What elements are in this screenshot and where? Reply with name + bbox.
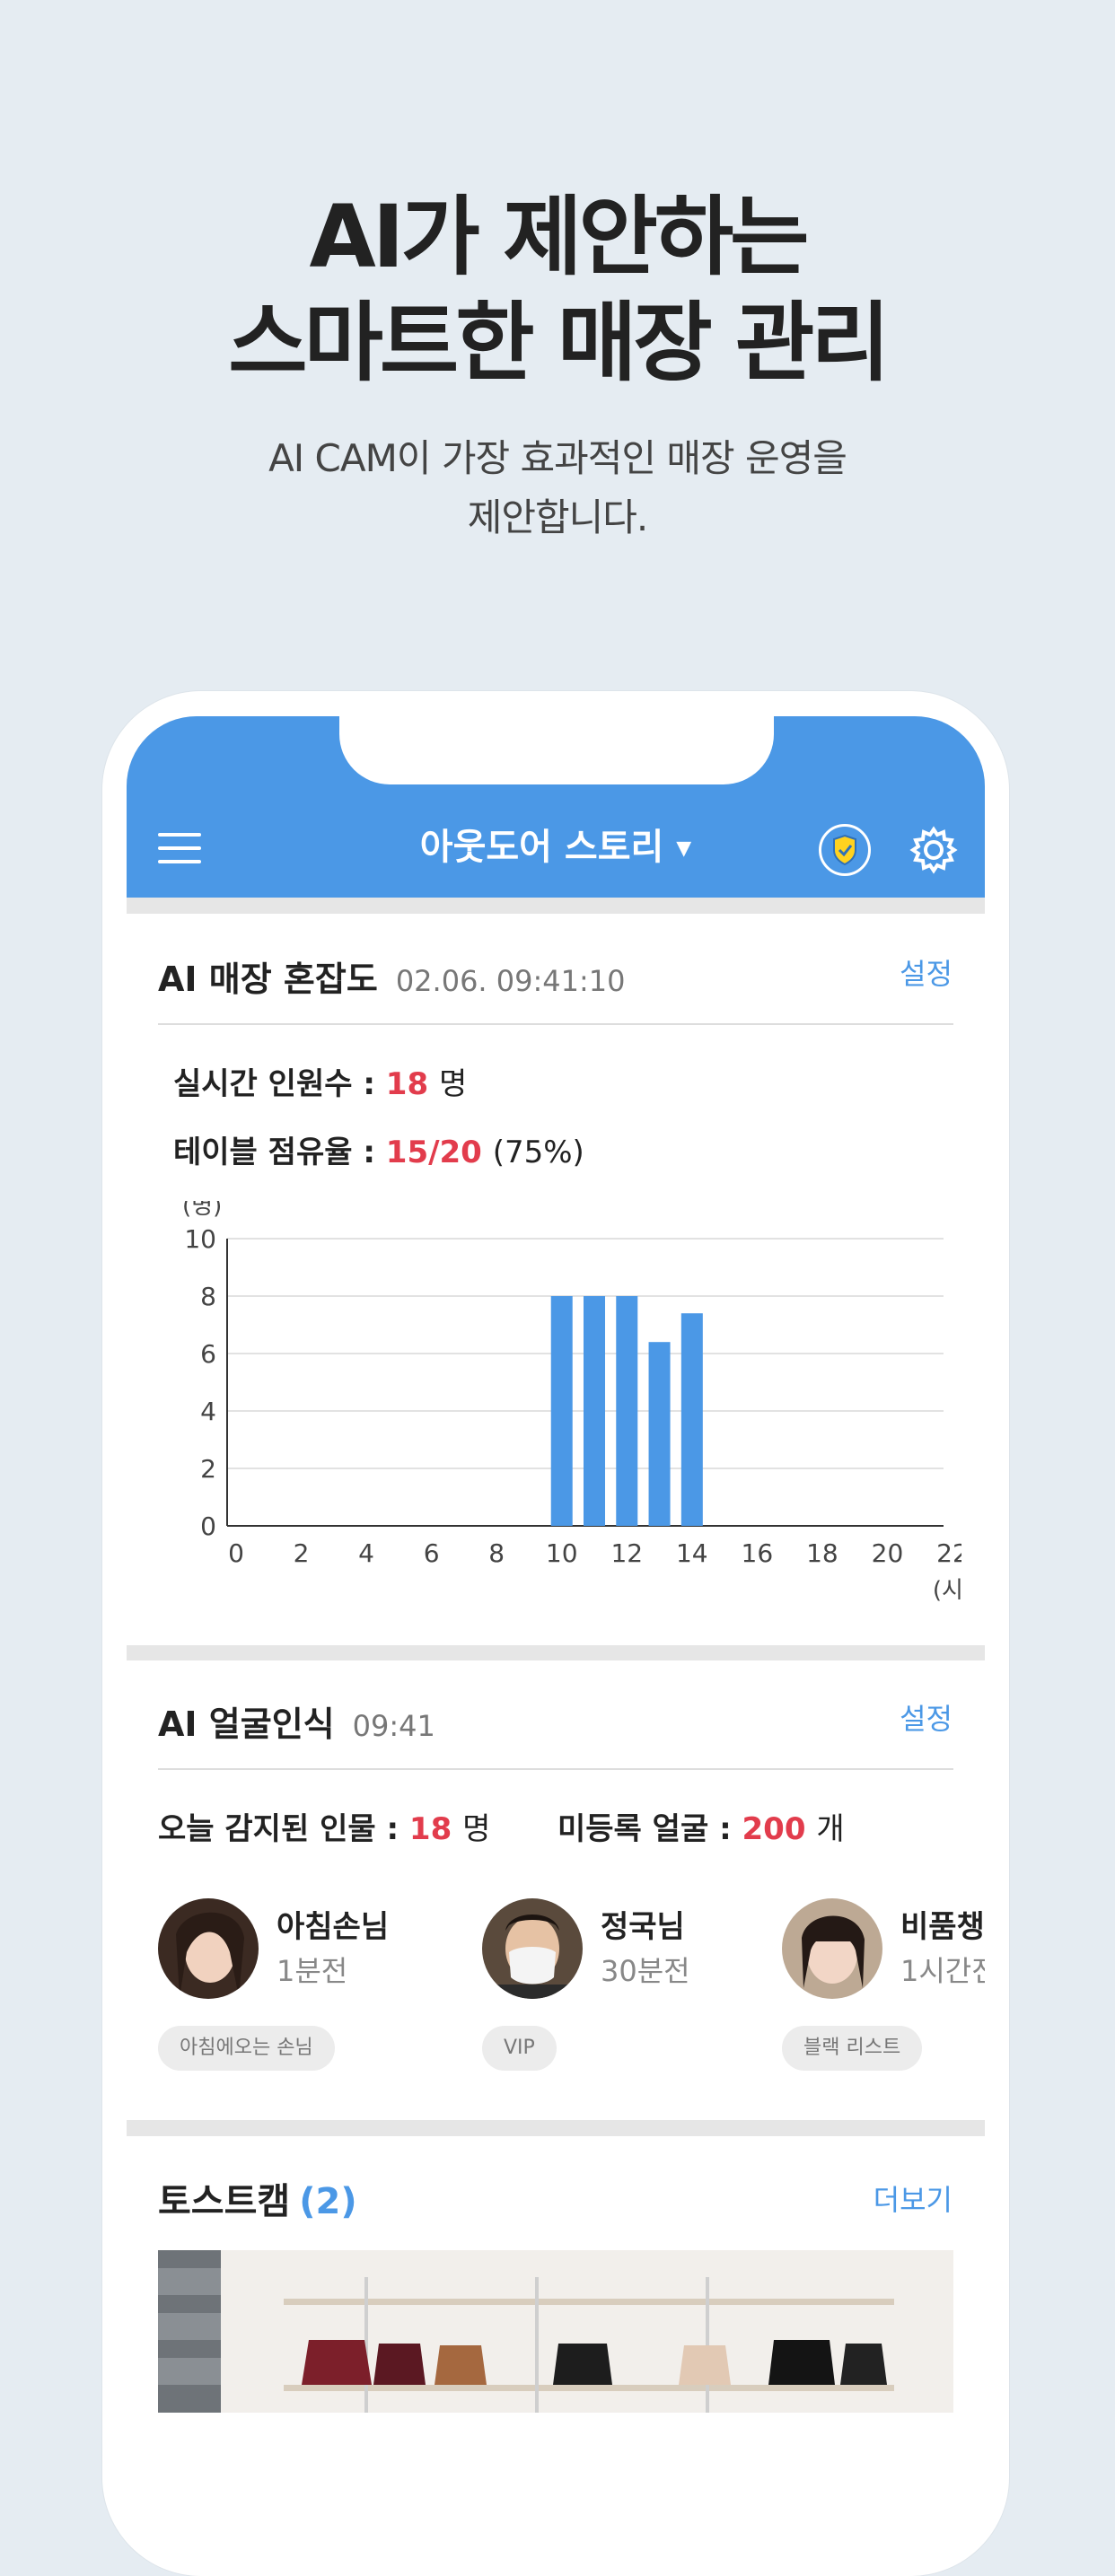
chart-y-tick-label: 2	[200, 1454, 216, 1484]
unregistered-value: 200	[742, 1811, 806, 1847]
person-time: 1시간전	[900, 1954, 985, 1988]
avatar	[782, 1898, 882, 1999]
face-time: 09:41	[352, 1709, 435, 1743]
congestion-card: AI 매장 혼잡도 02.06. 09:41:10 설정 실시간 인원수 : 18…	[127, 914, 985, 1645]
chart-x-tick-label: 6	[424, 1538, 440, 1568]
toastcam-count: (2)	[299, 2181, 357, 2222]
chart-x-tick-label: 22	[936, 1538, 961, 1568]
table-label: 테이블 점유율 :	[173, 1135, 375, 1170]
detected-value: 18	[408, 1811, 452, 1847]
hero-title-line2: 스마트한 매장 관리	[228, 293, 890, 393]
chart-x-tick-label: 14	[676, 1538, 708, 1568]
face-title-text: AI 얼굴인식	[158, 1704, 335, 1744]
congestion-timestamp: 02.06. 09:41:10	[395, 964, 626, 998]
app-screen: 아웃도어 스토리 ▼ AI 매장 혼잡도 02.06. 09:41:10 설정 실시…	[127, 716, 985, 2413]
chart-x-tick-label: 12	[610, 1538, 643, 1568]
app-bar: 아웃도어 스토리 ▼	[127, 716, 985, 898]
hero-subtitle: AI CAM이 가장 효과적인 매장 운영을 제안합니다.	[0, 429, 1115, 548]
divider	[158, 1023, 953, 1025]
chart-bar	[680, 1313, 703, 1526]
chart-x-tick-label: 8	[488, 1538, 505, 1568]
unregistered-count: 미등록 얼굴 : 200 개	[558, 1804, 845, 1848]
chart-y-tick-label: 8	[200, 1282, 216, 1311]
chart-y-axis-label: (명)	[182, 1201, 222, 1220]
congestion-chart: 0 2 4 6 8 10 (명) 0 2 4 6 8 10 12 14 16 18 20 22 (시)	[182, 1201, 961, 1604]
chart-y-tick-label: 6	[200, 1339, 216, 1369]
congestion-title: AI 매장 혼잡도 02.06. 09:41:10	[158, 951, 625, 1001]
chart-x-axis-label: (시)	[933, 1577, 961, 1604]
person-tag: 아침에오는 손님	[158, 2026, 335, 2071]
toastcam-title-text: 토스트캠	[158, 2181, 291, 2222]
chart-y-tick-label: 10	[184, 1224, 216, 1254]
detected-count: 오늘 감지된 인물 : 18 명	[158, 1804, 490, 1848]
toastcam-title: 토스트캠 (2)	[158, 2172, 357, 2224]
face-recognition-card: AI 얼굴인식 09:41 설정 오늘 감지된 인물 : 18 명 미등록 얼굴 …	[127, 1660, 985, 2120]
chart-x-tick-label: 18	[806, 1538, 838, 1568]
detected-unit: 명	[462, 1811, 491, 1847]
congestion-settings-link[interactable]: 설정	[900, 951, 953, 993]
person-name: 아침손님	[277, 1909, 390, 1945]
chart-x-tick-label: 16	[742, 1538, 774, 1568]
congestion-title-text: AI 매장 혼잡도	[158, 959, 378, 999]
realtime-count: 실시간 인원수 : 18 명	[173, 1059, 467, 1103]
chart-x-tick-label: 0	[228, 1538, 244, 1568]
toastcam-more-link[interactable]: 더보기	[874, 2177, 953, 2219]
person-name: 비품챙	[900, 1909, 985, 1945]
unregistered-unit: 개	[816, 1811, 845, 1847]
face-settings-link[interactable]: 설정	[900, 1696, 953, 1738]
avatar	[158, 1898, 259, 1999]
hero-title-line1: AI가 제안하는	[309, 187, 809, 287]
camera-thumbnail[interactable]	[158, 2250, 953, 2413]
store-name: 아웃도어 스토리	[419, 827, 664, 868]
realtime-unit: 명	[438, 1066, 468, 1102]
chart-bar	[616, 1296, 638, 1526]
chart-bar	[584, 1296, 605, 1526]
chart-x-tick-label: 10	[546, 1538, 578, 1568]
chart-bar	[648, 1342, 671, 1526]
person-card[interactable]: 정국님 30분전 VIP	[482, 1898, 751, 2078]
chart-x-tick-label: 4	[358, 1538, 374, 1568]
person-card[interactable]: 아침손님 1분전 아침에오는 손님	[158, 1898, 427, 2078]
avatar	[482, 1898, 583, 1999]
face-title: AI 얼굴인식 09:41	[158, 1696, 435, 1746]
person-time: 1분전	[277, 1954, 348, 1988]
hero-subtitle-line2: 제안합니다.	[467, 495, 649, 539]
hero-subtitle-line1: AI CAM이 가장 효과적인 매장 운영을	[268, 436, 847, 480]
phone-notch	[339, 716, 774, 784]
table-occupancy: 테이블 점유율 : 15/20 (75%)	[173, 1127, 584, 1171]
chart-x-tick-label: 2	[294, 1538, 310, 1568]
person-card[interactable]: 비품챙 1시간전 블랙 리스트	[782, 1898, 985, 2078]
hero-title: AI가 제안하는 스마트한 매장 관리	[0, 184, 1115, 396]
person-tag: VIP	[482, 2026, 557, 2071]
chart-x-tick-label: 20	[872, 1538, 904, 1568]
divider	[158, 1768, 953, 1770]
chart-bar	[550, 1296, 573, 1526]
detected-label: 오늘 감지된 인물 :	[158, 1811, 399, 1847]
person-time: 30분전	[601, 1954, 690, 1988]
toastcam-card: 토스트캠 (2) 더보기	[127, 2136, 985, 2413]
person-tag: 블랙 리스트	[782, 2026, 923, 2071]
realtime-value: 18	[385, 1066, 429, 1102]
chart-y-tick-label: 4	[200, 1397, 216, 1426]
caret-down-icon: ▼	[676, 837, 692, 860]
realtime-label: 실시간 인원수 :	[173, 1066, 375, 1102]
shield-check-icon[interactable]	[819, 824, 871, 876]
table-percent: (75%)	[492, 1135, 584, 1170]
gear-icon[interactable]	[908, 824, 960, 876]
table-value: 15/20	[385, 1135, 482, 1170]
person-name: 정국님	[601, 1909, 685, 1945]
unregistered-label: 미등록 얼굴 :	[558, 1811, 732, 1847]
chart-y-tick-label: 0	[200, 1511, 216, 1541]
